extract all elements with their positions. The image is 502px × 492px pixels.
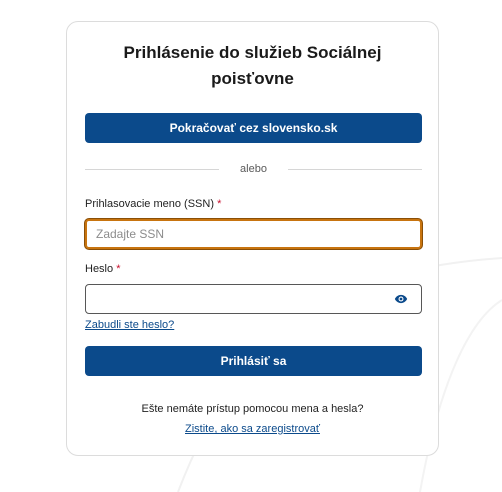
username-label-text: Prihlasovacie meno (SSN) [85,198,214,210]
divider: alebo [85,161,422,177]
username-label: Prihlasovacie meno (SSN) * [85,196,221,212]
login-button[interactable]: Prihlásiť sa [85,346,422,376]
password-label-text: Heslo [85,263,114,275]
required-mark: * [116,263,121,275]
username-input[interactable] [85,219,422,249]
password-input[interactable] [85,284,422,314]
eye-icon[interactable] [394,292,408,306]
divider-line-right [288,169,422,170]
continue-slovensko-sk-button[interactable]: Pokračovať cez slovensko.sk [85,113,422,143]
register-link[interactable]: Zistite, ako sa zaregistrovať [67,421,438,437]
forgot-password-link[interactable]: Zabudli ste heslo? [85,317,174,333]
page-title: Prihlásenie do služieb Sociálnej poisťov… [123,43,382,88]
no-access-text: Ešte nemáte prístup pomocou mena a hesla… [141,403,364,415]
required-mark: * [217,198,222,210]
password-label: Heslo * [85,261,120,277]
login-card: Prihlásenie do služieb Sociálnej poisťov… [66,21,439,456]
